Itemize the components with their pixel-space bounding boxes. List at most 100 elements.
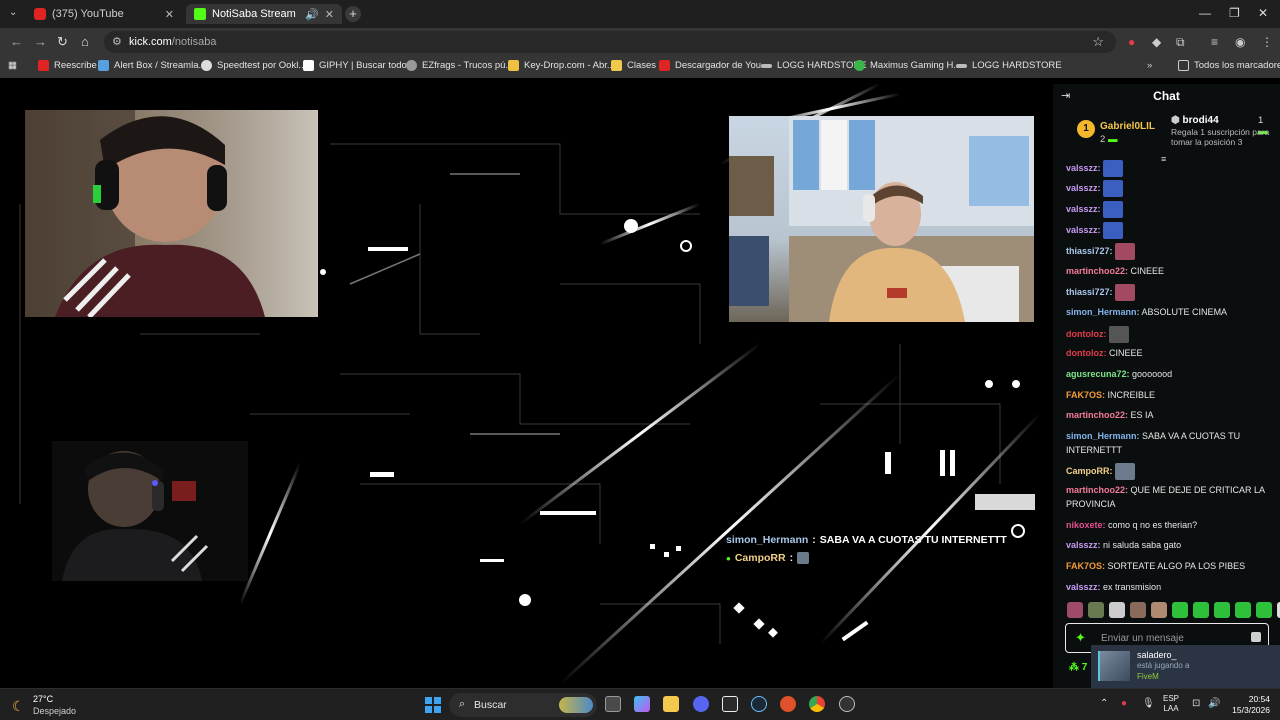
chat-username[interactable]: simon_Hermann:: [1066, 431, 1140, 441]
video-player[interactable]: simon_Hermann : SABA VA A CUOTAS TU INTE…: [0, 84, 1053, 688]
chat-username[interactable]: valsszz:: [1066, 163, 1101, 173]
chat-username[interactable]: valsszz:: [1066, 183, 1101, 193]
extension-red-icon[interactable]: ●: [1128, 35, 1135, 49]
tab-youtube[interactable]: (375) YouTube ✕: [26, 4, 182, 24]
chat-message: valsszz:: [1066, 180, 1272, 197]
input-language[interactable]: ESP LAA: [1163, 694, 1179, 714]
bookmark-keydrop[interactable]: Key-Drop.com - Abr...: [508, 60, 615, 71]
minimize-icon[interactable]: —: [1199, 6, 1211, 20]
emoji-picker-icon[interactable]: [1251, 632, 1261, 642]
bookmark-logg-1[interactable]: LOGG HARDSTORE: [761, 60, 867, 71]
close-tab-icon[interactable]: ✕: [325, 8, 334, 21]
copilot-icon[interactable]: [634, 696, 650, 712]
chat-username[interactable]: simon_Hermann:: [1066, 307, 1140, 317]
file-explorer-icon[interactable]: [663, 696, 679, 712]
emote-icon: [1115, 284, 1136, 301]
star-icon[interactable]: ☆: [1092, 34, 1104, 50]
bookmark-speedtest[interactable]: Speedtest por Ookl...: [201, 60, 306, 71]
chat-username[interactable]: valsszz:: [1066, 225, 1101, 235]
network-icon[interactable]: ⊡: [1192, 698, 1200, 709]
emote-icon[interactable]: [1151, 602, 1167, 618]
chat-username[interactable]: valsszz:: [1066, 582, 1101, 592]
emote-icon[interactable]: [1235, 602, 1251, 618]
microphone-icon[interactable]: 🎙: [1142, 698, 1155, 709]
leaderboard-first-user[interactable]: Gabriel0LIL: [1100, 121, 1155, 132]
chat-username[interactable]: FAK7OS:: [1066, 390, 1105, 400]
apps-icon[interactable]: ▦: [8, 60, 17, 71]
bookmark-reescribe[interactable]: Reescribe: [38, 60, 97, 71]
tray-app-icon[interactable]: ●: [1121, 698, 1127, 709]
profile-icon[interactable]: ◉: [1235, 35, 1245, 49]
chat-username[interactable]: martinchoo22:: [1066, 266, 1128, 276]
bookmark-alert-box[interactable]: Alert Box / Streamla...: [98, 60, 206, 71]
extension-diamond-icon[interactable]: ◆: [1152, 35, 1161, 49]
chat-message: CampoRR:: [1066, 463, 1272, 480]
emote-icon[interactable]: [1088, 602, 1104, 618]
windows-start-icon[interactable]: [425, 697, 441, 713]
new-tab-button[interactable]: +: [345, 6, 361, 22]
tray-expand-icon[interactable]: ⌃: [1100, 698, 1108, 709]
bookmark-descargador[interactable]: Descargador de You...: [659, 60, 769, 71]
chat-username[interactable]: agusrecuna72:: [1066, 369, 1130, 379]
app-icon[interactable]: [839, 696, 855, 712]
clock[interactable]: 20:54 15/3/2026: [1226, 694, 1270, 716]
bookmark-clases[interactable]: Clases: [611, 60, 656, 71]
emote-icon[interactable]: [1214, 602, 1230, 618]
epic-games-icon[interactable]: [722, 696, 738, 712]
close-window-icon[interactable]: ✕: [1258, 6, 1268, 20]
chat-username[interactable]: thiassi727:: [1066, 246, 1113, 256]
more-bookmarks-icon[interactable]: »: [1147, 60, 1152, 71]
bookmarks-bar: ▦ Reescribe Alert Box / Streamla... Spee…: [0, 56, 1280, 78]
chat-username[interactable]: thiassi727:: [1066, 287, 1113, 297]
home-icon[interactable]: ⌂: [81, 34, 89, 49]
sparkle-icon[interactable]: ✦: [1075, 630, 1086, 646]
speaker-icon[interactable]: 🔊: [305, 8, 319, 21]
restore-icon[interactable]: ❐: [1229, 6, 1240, 20]
channel-points[interactable]: ⁂ 7: [1069, 662, 1087, 673]
emote-icon[interactable]: [1256, 602, 1272, 618]
discord-icon[interactable]: [693, 696, 709, 712]
volume-icon[interactable]: 🔊: [1208, 698, 1220, 709]
chat-username[interactable]: dontoloz:: [1066, 348, 1106, 358]
address-bar[interactable]: ⚙ kick.com/notisaba ☆: [104, 31, 1116, 53]
tab-search-icon[interactable]: ⌄: [9, 7, 17, 18]
task-view-icon[interactable]: [605, 696, 621, 712]
emote-icon[interactable]: [1172, 602, 1188, 618]
site-info-icon[interactable]: ⚙: [112, 35, 122, 48]
chat-username[interactable]: nikoxete:: [1066, 520, 1106, 530]
bookmark-logg-2[interactable]: LOGG HARDSTORE: [956, 60, 1062, 71]
chat-username[interactable]: valsszz:: [1066, 540, 1101, 550]
emote-icon: [1103, 222, 1124, 239]
chat-username[interactable]: CampoRR:: [1066, 466, 1113, 476]
chat-username[interactable]: martinchoo22:: [1066, 485, 1128, 495]
all-bookmarks[interactable]: Todos los marcadores: [1178, 60, 1280, 71]
chat-message-text: ABSOLUTE CINEMA: [1141, 307, 1228, 317]
game-launcher-icon[interactable]: [780, 696, 796, 712]
menu-icon[interactable]: ⋮: [1261, 35, 1273, 49]
tab-kick[interactable]: NotiSaba Stream - Watch Li 🔊 ✕: [186, 4, 342, 24]
forward-icon[interactable]: →: [34, 34, 47, 49]
emote-icon[interactable]: [1130, 602, 1146, 618]
search-icon: ⌕: [459, 698, 466, 710]
chat-username[interactable]: FAK7OS:: [1066, 561, 1105, 571]
emote-icon[interactable]: [1067, 602, 1083, 618]
steam-icon[interactable]: [751, 696, 767, 712]
extensions-icon[interactable]: ⧉: [1176, 35, 1185, 50]
emote-icon[interactable]: [1109, 602, 1125, 618]
emote-icon[interactable]: [1193, 602, 1209, 618]
bookmark-maximus[interactable]: Maximus Gaming H...: [854, 60, 961, 71]
chat-message-text: CINEEE: [1109, 348, 1143, 358]
bookmark-giphy[interactable]: GIPHY | Buscar todo...: [303, 60, 415, 71]
chrome-icon[interactable]: [809, 696, 825, 712]
taskbar-search[interactable]: ⌕ Buscar: [449, 693, 597, 717]
bookmark-ezfrags[interactable]: EZfrags - Trucos pú...: [406, 60, 513, 71]
chat-username[interactable]: martinchoo22:: [1066, 410, 1128, 420]
media-icon[interactable]: ≡: [1211, 35, 1218, 49]
close-tab-icon[interactable]: ✕: [165, 8, 174, 21]
chat-username[interactable]: valsszz:: [1066, 204, 1101, 214]
leaderboard-second-user[interactable]: ⬢ brodi44: [1171, 115, 1219, 126]
reload-icon[interactable]: ↻: [57, 34, 68, 50]
chat-username[interactable]: dontoloz:: [1066, 329, 1106, 339]
steam-notification[interactable]: saladero_ está jugando a FiveM: [1091, 645, 1280, 688]
back-icon[interactable]: ←: [10, 34, 23, 49]
